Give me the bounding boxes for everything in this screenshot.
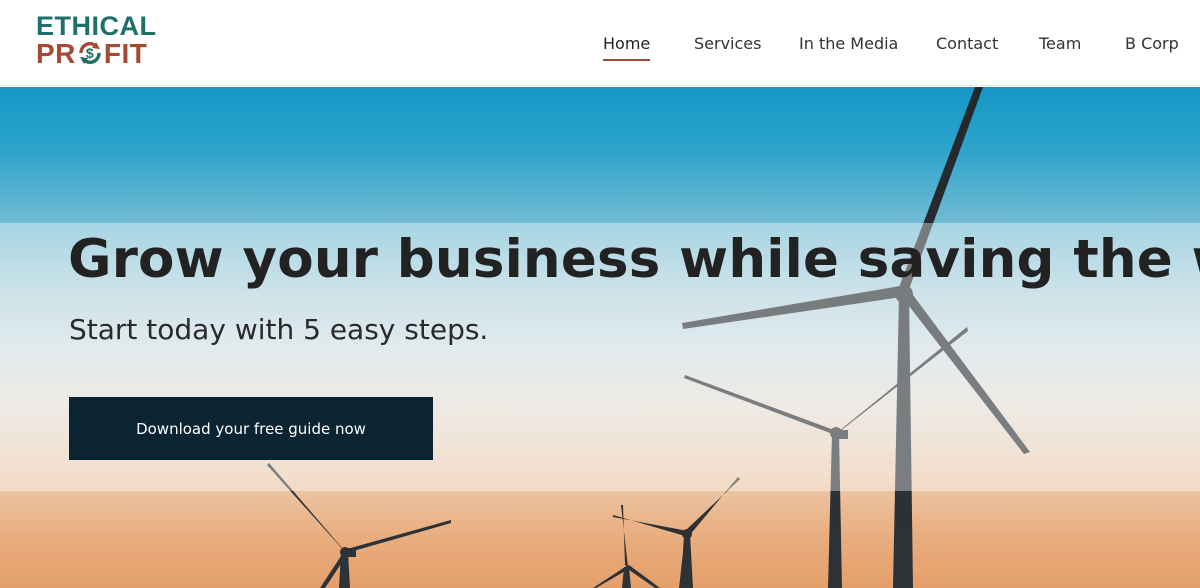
nav-item-services[interactable]: Services: [694, 34, 761, 53]
site-header: ETHICAL PR $ FIT Home Services In the Me…: [0, 0, 1200, 86]
logo-text-bottom: PR $ FIT: [36, 40, 147, 68]
dollar-cycle-icon: $: [77, 40, 103, 66]
nav-item-team[interactable]: Team: [1039, 34, 1081, 53]
svg-text:$: $: [86, 45, 94, 61]
logo-text-top: ETHICAL: [36, 11, 157, 41]
nav-item-contact[interactable]: Contact: [936, 34, 998, 53]
hero-subhead: Start today with 5 easy steps.: [69, 313, 489, 346]
logo-text-bottom-right: FIT: [103, 38, 148, 69]
nav-item-in-the-media[interactable]: In the Media: [799, 34, 898, 53]
nav-item-home[interactable]: Home: [603, 34, 651, 61]
logo-text-bottom-left: PR: [36, 38, 76, 69]
hero-headline: Grow your business while saving the worl…: [68, 229, 1200, 290]
nav-item-b-corp[interactable]: B Corp: [1125, 34, 1179, 53]
nav-item-label: Home: [603, 34, 651, 53]
download-guide-button[interactable]: Download your free guide now: [69, 397, 433, 460]
ethical-profit-logo[interactable]: ETHICAL PR $ FIT: [36, 13, 156, 69]
hero-section: Grow your business while saving the worl…: [0, 87, 1200, 588]
active-nav-underline: [603, 59, 651, 61]
